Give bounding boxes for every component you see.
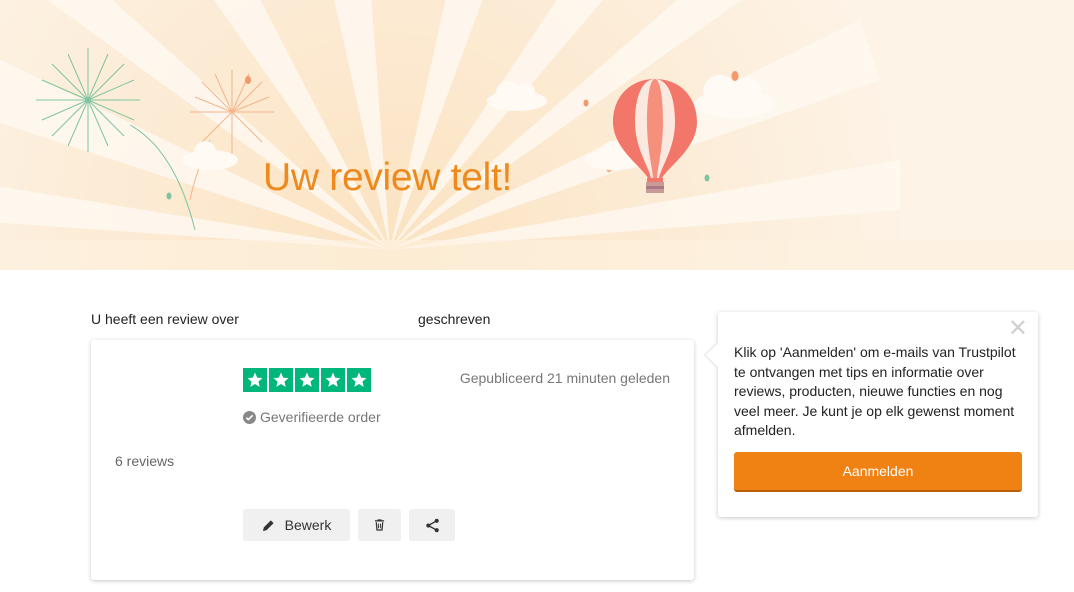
star-icon (269, 368, 293, 392)
subscribe-button[interactable]: Aanmelden (734, 452, 1022, 492)
page-title: Uw review telt! (263, 156, 513, 199)
star-icon (295, 368, 319, 392)
trash-icon (374, 519, 385, 531)
edit-button-label: Bewerk (284, 517, 332, 533)
delete-button[interactable] (358, 509, 401, 541)
check-circle-icon (243, 410, 256, 424)
star-icon (321, 368, 345, 392)
share-button[interactable] (409, 509, 455, 541)
review-actions: Bewerk (243, 509, 455, 541)
popover-arrow (705, 343, 729, 367)
review-card: Gepubliceerd 21 minuten geleden Geverifi… (91, 340, 694, 580)
verified-badge: Geverifieerde order (243, 409, 381, 425)
hero-banner: Uw review telt! (0, 0, 1074, 270)
reviews-count: 6 reviews (115, 453, 175, 469)
hero-background-illustration (0, 0, 1074, 270)
verified-label: Geverifieerde order (260, 409, 381, 425)
share-icon (425, 518, 439, 532)
popover-text: Klik op 'Aanmelden' om e-mails van Trust… (734, 344, 1016, 438)
close-icon[interactable]: ✕ (1008, 317, 1028, 341)
pencil-icon (262, 519, 274, 531)
star-icon (347, 368, 371, 392)
review-intro-suffix: geschreven (418, 311, 491, 327)
star-rating (243, 368, 371, 392)
star-icon (243, 368, 267, 392)
newsletter-popover: ✕ Klik op 'Aanmelden' om e-mails van Tru… (705, 312, 1038, 517)
published-time: Gepubliceerd 21 minuten geleden (459, 370, 670, 386)
review-intro-prefix: U heeft een review over (91, 311, 239, 327)
edit-button[interactable]: Bewerk (243, 509, 350, 541)
